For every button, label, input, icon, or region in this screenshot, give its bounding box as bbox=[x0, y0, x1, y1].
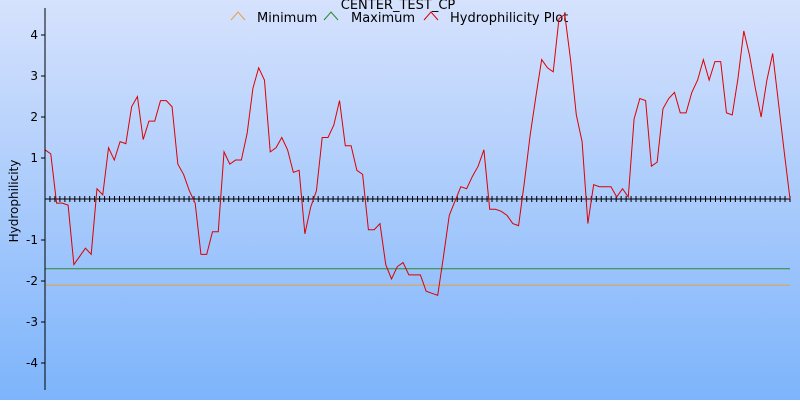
y-tick-label: -1 bbox=[26, 233, 38, 247]
y-axis-label: Hydrophilicity bbox=[7, 160, 21, 243]
y-tick-label: 2 bbox=[30, 110, 38, 124]
legend: Minimum Maximum Hydrophilicity Plot bbox=[230, 11, 568, 26]
y-tick-label: -2 bbox=[26, 274, 38, 288]
y-tick-label: -4 bbox=[26, 356, 38, 370]
hydrophilicity-chart: CENTER_TEST_CP Minimum Maximum Hydrophil… bbox=[0, 0, 800, 400]
legend-minimum-label: Minimum bbox=[257, 11, 317, 26]
y-tick-label: 1 bbox=[30, 151, 38, 165]
legend-hydrophilicity-label: Hydrophilicity Plot bbox=[450, 11, 568, 26]
y-tick-label: 4 bbox=[30, 28, 38, 42]
y-tick-label: 3 bbox=[30, 69, 38, 83]
y-tick-label: -3 bbox=[26, 315, 38, 329]
legend-maximum-label: Maximum bbox=[351, 11, 415, 26]
chart-svg: CENTER_TEST_CP Minimum Maximum Hydrophil… bbox=[0, 0, 800, 400]
